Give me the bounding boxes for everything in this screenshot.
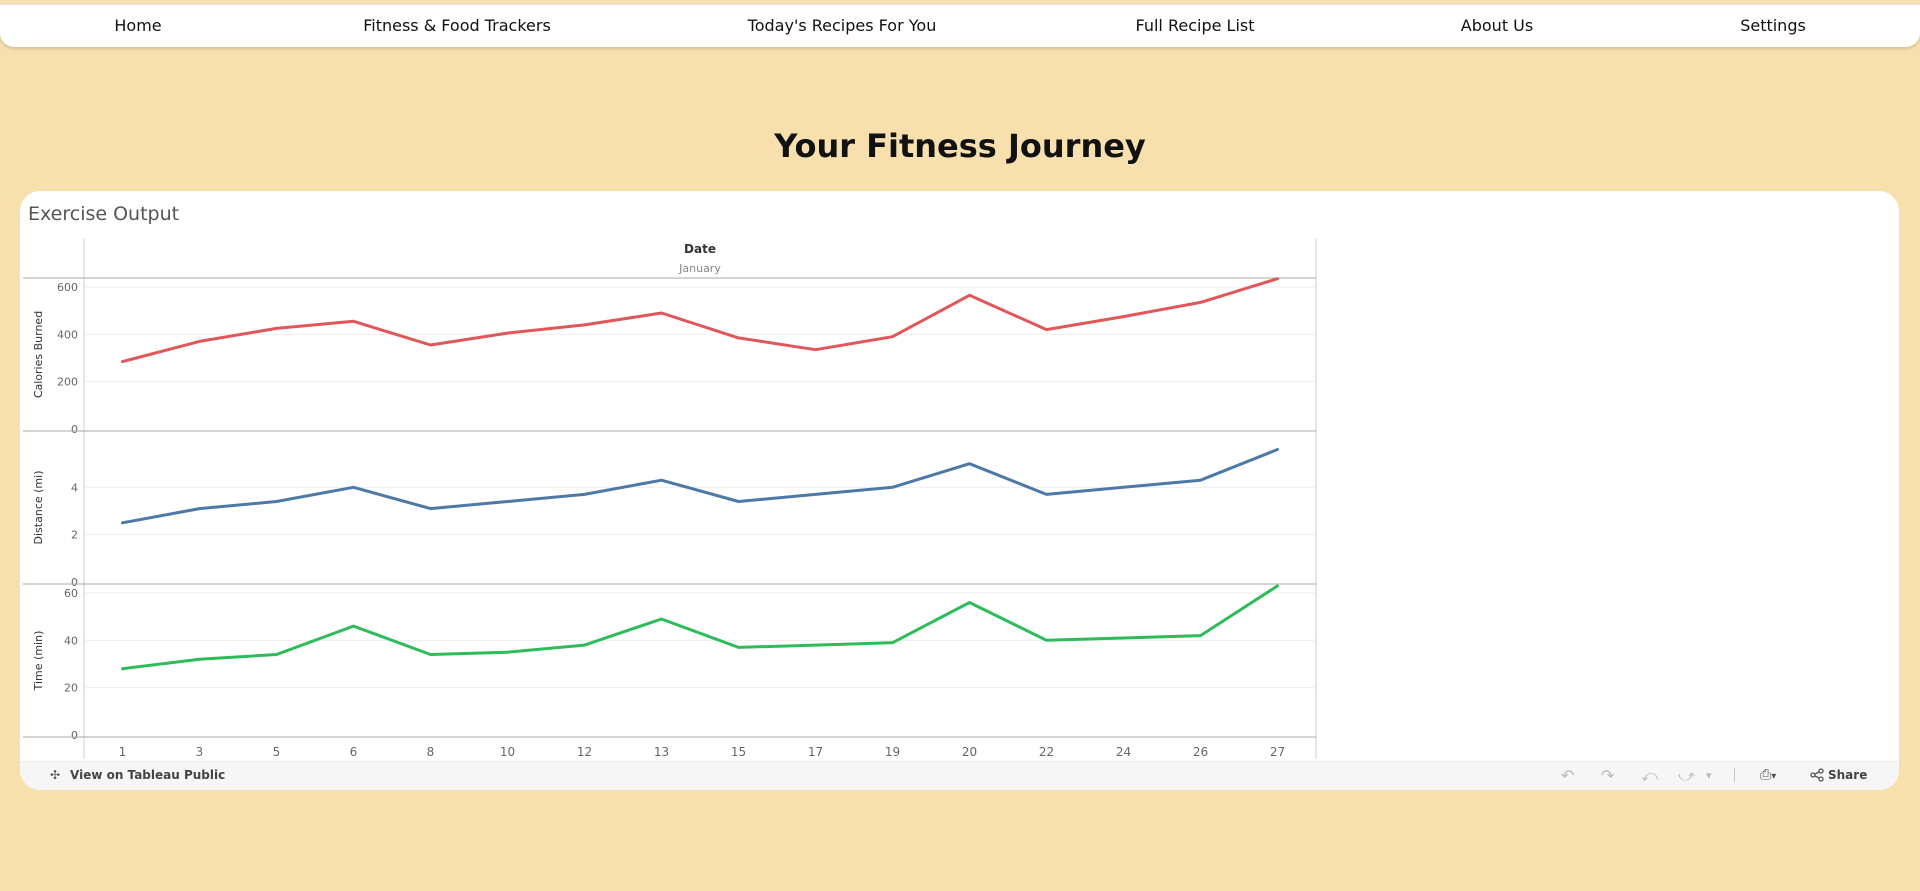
nav-fitness-food-trackers[interactable]: Fitness & Food Trackers — [363, 5, 551, 47]
x-tick-label: 3 — [196, 745, 204, 759]
y-tick-label: 0 — [71, 423, 78, 436]
view-on-tableau-link[interactable]: ✣ View on Tableau Public — [50, 768, 225, 782]
pause-dropdown-icon[interactable]: ▾ — [1706, 769, 1712, 782]
footer-divider — [1734, 768, 1735, 782]
y-tick-label: 0 — [71, 729, 78, 742]
page-title: Your Fitness Journey — [774, 127, 1146, 165]
x-tick-label: 19 — [885, 745, 900, 759]
tableau-dashboard: Exercise Output Date January 0 200 400 600 Cal… — [20, 191, 1899, 790]
share-label: Share — [1828, 768, 1868, 782]
x-tick-label: 17 — [808, 745, 823, 759]
x-tick-label: 22 — [1039, 745, 1054, 759]
x-tick-label: 8 — [427, 745, 435, 759]
redo-icon[interactable]: ↷ — [1601, 766, 1614, 785]
tableau-logo-icon: ✣ — [50, 768, 61, 782]
nav-todays-recipes[interactable]: Today's Recipes For You — [748, 5, 937, 47]
revert-icon[interactable]: ⤺ — [1641, 766, 1658, 786]
y-tick-label: 20 — [64, 682, 78, 695]
view-on-tableau-label: View on Tableau Public — [70, 768, 226, 782]
nav-full-recipe-list[interactable]: Full Recipe List — [1136, 5, 1255, 47]
exercise-output-chart: DateJanuary0200400600Calories Burned024D… — [23, 239, 1317, 759]
x-tick-label: 15 — [731, 745, 746, 759]
series-line — [121, 584, 1279, 671]
column-sub-header: January — [678, 262, 721, 275]
y-axis-label: Distance (mi) — [32, 471, 45, 545]
series-line — [121, 448, 1279, 525]
series-line — [121, 277, 1279, 364]
x-tick-label: 20 — [962, 745, 977, 759]
x-tick-label: 5 — [273, 745, 281, 759]
nav-about-us[interactable]: About Us — [1461, 5, 1533, 47]
y-tick-label: 2 — [71, 529, 78, 542]
nav-settings[interactable]: Settings — [1740, 5, 1806, 47]
undo-icon[interactable]: ↶ — [1561, 766, 1574, 785]
y-tick-label: 60 — [64, 587, 78, 600]
refresh-icon[interactable]: ⤻ — [1678, 766, 1695, 786]
x-tick-label: 24 — [1116, 745, 1131, 759]
nav-home[interactable]: Home — [114, 5, 161, 47]
download-icon[interactable]: ⎙▾ — [1760, 767, 1776, 783]
x-tick-label: 6 — [350, 745, 358, 759]
x-tick-label: 12 — [577, 745, 592, 759]
dashboard-footer: ✣ View on Tableau Public ↶ ↷ ⤺ ⤻ ▾ ⎙▾ Sha… — [20, 761, 1899, 790]
x-tick-label: 1 — [119, 745, 127, 759]
x-tick-label: 27 — [1270, 745, 1285, 759]
column-header: Date — [684, 242, 716, 256]
x-tick-label: 26 — [1193, 745, 1208, 759]
y-tick-label: 400 — [57, 328, 78, 341]
x-tick-label: 10 — [500, 745, 515, 759]
share-button[interactable]: Share — [1810, 768, 1867, 782]
x-tick-label: 13 — [654, 745, 669, 759]
y-axis-label: Calories Burned — [32, 311, 45, 398]
y-tick-label: 200 — [57, 376, 78, 389]
share-icon — [1810, 768, 1824, 782]
top-nav: Home Fitness & Food Trackers Today's Rec… — [0, 4, 1920, 47]
y-tick-label: 4 — [71, 481, 78, 494]
y-axis-label: Time (min) — [32, 631, 45, 692]
y-tick-label: 600 — [57, 281, 78, 294]
y-tick-label: 40 — [64, 634, 78, 647]
